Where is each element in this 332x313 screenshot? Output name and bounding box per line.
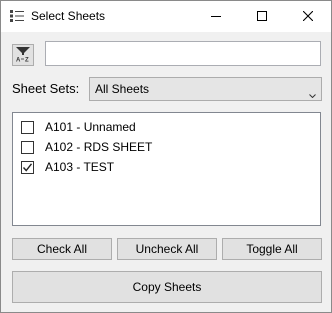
svg-text:A: A xyxy=(16,57,21,62)
uncheck-all-button[interactable]: Uncheck All xyxy=(117,238,217,260)
close-button[interactable] xyxy=(285,1,331,32)
copy-sheets-button[interactable]: Copy Sheets xyxy=(12,271,322,303)
maximize-button[interactable] xyxy=(239,1,285,32)
sheet-checkbox[interactable] xyxy=(21,161,34,174)
window-title: Select Sheets xyxy=(31,9,106,23)
checkmark-icon xyxy=(22,163,33,172)
search-input[interactable] xyxy=(45,41,321,66)
minimize-button[interactable] xyxy=(193,1,239,32)
sheet-label: A102 - RDS SHEET xyxy=(45,140,153,154)
minimize-icon xyxy=(211,10,221,24)
maximize-icon xyxy=(257,10,267,24)
sheet-checkbox[interactable] xyxy=(21,141,34,154)
svg-text:Z: Z xyxy=(25,57,29,62)
chevron-down-icon xyxy=(309,87,316,101)
list-icon xyxy=(10,9,24,23)
filter-sort-button[interactable]: A Z xyxy=(12,44,34,66)
sort-az-icon: A Z xyxy=(15,46,31,65)
select-sheets-window: Select Sheets A Z Sheet Sets: All Sheets… xyxy=(0,0,332,313)
title-bar: Select Sheets xyxy=(1,1,331,32)
sheet-label: A101 - Unnamed xyxy=(45,120,136,134)
toggle-all-button[interactable]: Toggle All xyxy=(222,238,322,260)
sheet-sets-label: Sheet Sets: xyxy=(12,81,80,96)
close-icon xyxy=(302,10,314,24)
sheet-label: A103 - TEST xyxy=(45,160,115,174)
sheet-list[interactable]: A101 - Unnamed A102 - RDS SHEET A103 - T… xyxy=(12,112,321,226)
sheet-sets-dropdown[interactable]: All Sheets xyxy=(89,77,322,101)
sheet-sets-selected: All Sheets xyxy=(95,82,150,96)
check-all-button[interactable]: Check All xyxy=(12,238,112,260)
sheet-checkbox[interactable] xyxy=(21,121,34,134)
